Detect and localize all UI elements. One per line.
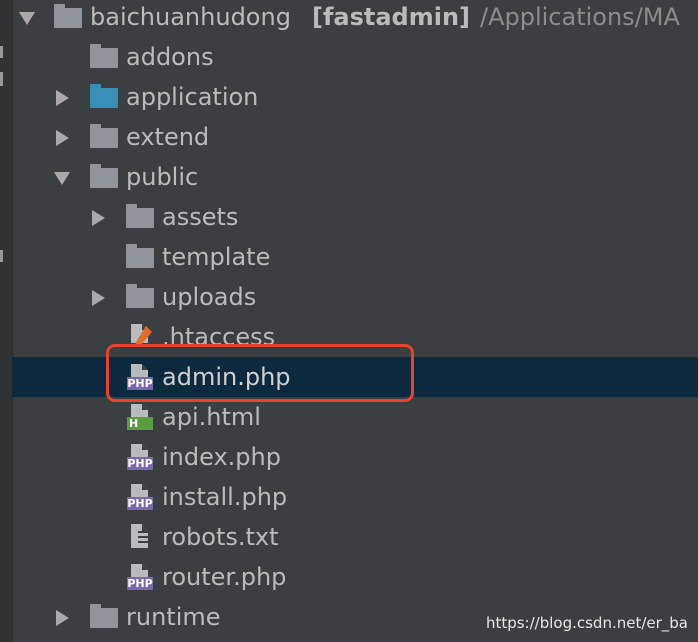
tree-item-project-root[interactable]: baichuanhudong [fastadmin] /Applications… — [12, 0, 698, 37]
folder-icon — [126, 244, 154, 270]
tree-item-label: runtime — [126, 603, 221, 631]
html-badge: H — [127, 417, 153, 430]
source-folder-icon — [90, 84, 118, 110]
watermark: https://blog.csdn.net/er_ba — [485, 614, 688, 632]
tree-item-label: robots.txt — [162, 523, 279, 551]
tree-item-label: template — [162, 243, 271, 271]
chevron-right-icon[interactable] — [90, 210, 106, 226]
tree-item-application[interactable]: application — [12, 77, 698, 117]
tree-item-api-html[interactable]: H api.html — [12, 397, 698, 437]
folder-icon — [126, 284, 154, 310]
tree-item-label: router.php — [162, 563, 287, 591]
php-file-icon: PHP — [126, 564, 154, 590]
annotation-highlight-box — [106, 344, 414, 402]
chevron-right-icon[interactable] — [54, 90, 70, 106]
tree-item-label: addons — [126, 43, 214, 71]
tree-item-label: uploads — [162, 283, 257, 311]
project-name: baichuanhudong — [90, 3, 291, 31]
tree-item-addons[interactable]: addons — [12, 37, 698, 77]
tree-item-index-php[interactable]: PHP index.php — [12, 437, 698, 477]
tree-item-extend[interactable]: extend — [12, 117, 698, 157]
folder-icon — [90, 124, 118, 150]
tree-item-label: application — [126, 83, 259, 111]
folder-icon — [54, 4, 82, 30]
php-badge: PHP — [127, 457, 153, 470]
project-module: [fastadmin] — [312, 3, 471, 31]
tree-item-template[interactable]: template — [12, 237, 698, 277]
tree-item-uploads[interactable]: uploads — [12, 277, 698, 317]
tree-item-label: public — [126, 163, 199, 191]
project-path: /Applications/MA — [480, 3, 680, 31]
folder-icon — [90, 604, 118, 630]
folder-icon — [126, 204, 154, 230]
gutter-marker — [0, 250, 3, 262]
gutter-marker — [0, 72, 3, 86]
folder-icon — [90, 164, 118, 190]
tree-item-label: api.html — [162, 403, 261, 431]
project-tree: baichuanhudong [fastadmin] /Applications… — [12, 0, 698, 642]
chevron-down-icon[interactable] — [19, 10, 35, 26]
gutter-marker — [0, 46, 3, 58]
tree-item-install-php[interactable]: PHP install.php — [12, 477, 698, 517]
html-file-icon: H — [126, 404, 154, 430]
tree-item-label: assets — [162, 203, 239, 231]
folder-icon — [90, 44, 118, 70]
tree-item-label: index.php — [162, 443, 281, 471]
tree-item-public[interactable]: public — [12, 157, 698, 197]
tree-item-label: extend — [126, 123, 210, 151]
php-badge: PHP — [127, 577, 153, 590]
tree-item-router-php[interactable]: PHP router.php — [12, 557, 698, 597]
chevron-right-icon[interactable] — [54, 610, 70, 626]
php-badge: PHP — [127, 497, 153, 510]
text-file-icon — [126, 524, 154, 550]
php-file-icon: PHP — [126, 444, 154, 470]
php-file-icon: PHP — [126, 484, 154, 510]
tree-item-robots-txt[interactable]: robots.txt — [12, 517, 698, 557]
chevron-down-icon[interactable] — [54, 170, 70, 186]
tree-item-assets[interactable]: assets — [12, 197, 698, 237]
chevron-right-icon[interactable] — [54, 130, 70, 146]
tree-item-label: install.php — [162, 483, 288, 511]
chevron-right-icon[interactable] — [90, 290, 106, 306]
